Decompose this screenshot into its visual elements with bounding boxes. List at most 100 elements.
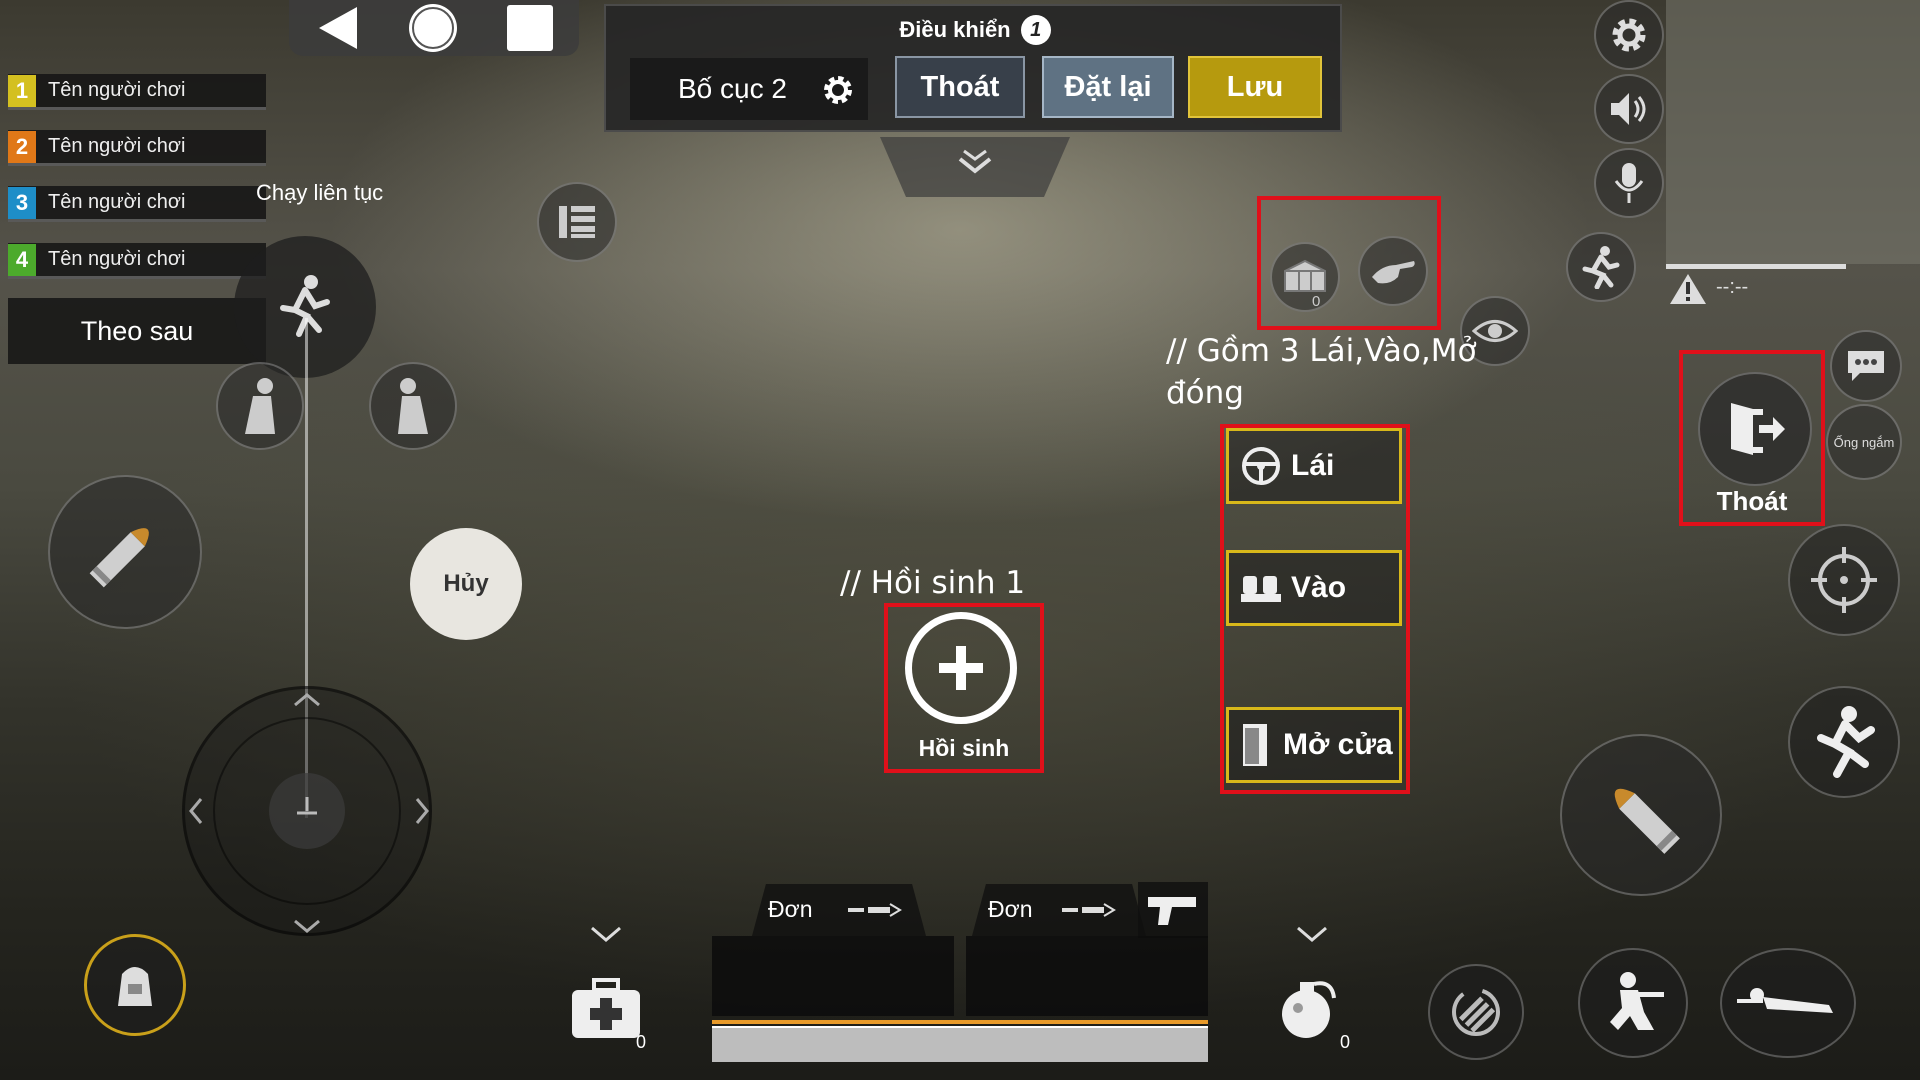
- revive-label: Hồi sinh: [918, 735, 1010, 761]
- team-player-row: 3 Tên người chơi: [8, 186, 266, 222]
- crosshair-icon: [1811, 547, 1877, 613]
- save-button[interactable]: Lưu: [1188, 56, 1322, 118]
- reload-icon: [1452, 988, 1500, 1036]
- layout-gear-icon[interactable]: [820, 72, 856, 108]
- movement-joystick[interactable]: [182, 686, 432, 936]
- drive-label: Lái: [1291, 449, 1335, 482]
- drive-button[interactable]: Lái: [1226, 428, 1402, 504]
- weapon-1-mode: Đơn: [768, 896, 813, 922]
- medkit-collapse-icon[interactable]: [588, 924, 624, 944]
- medkit-count: 0: [636, 1032, 647, 1052]
- lean-right-icon: [398, 378, 428, 434]
- grenade-collapse-icon[interactable]: [1294, 924, 1330, 944]
- save-label: Lưu: [1226, 70, 1284, 103]
- layout-label: Bố cục 2: [678, 73, 787, 104]
- panel-title: Điều khiển: [899, 17, 1011, 42]
- pickup-count: 0: [1312, 293, 1321, 310]
- exit-layout-label: Thoát: [920, 70, 1000, 103]
- reload-button[interactable]: [1428, 964, 1524, 1060]
- eye-icon: [1472, 320, 1518, 342]
- enter-vehicle-button[interactable]: Vào: [1226, 550, 1402, 626]
- pistol-slot[interactable]: [1138, 882, 1208, 938]
- scope-button[interactable]: Ống ngắm: [1826, 404, 1902, 480]
- exit-layout-button[interactable]: Thoát: [895, 56, 1025, 118]
- cancel-label: Hủy: [443, 570, 489, 597]
- weapon-slot-2[interactable]: [966, 936, 1208, 1016]
- grenade-count: 0: [1340, 1032, 1351, 1052]
- aim-button[interactable]: [1788, 524, 1900, 636]
- warning-icon: [1668, 272, 1708, 306]
- team-player-row: 4 Tên người chơi: [8, 243, 266, 279]
- medkit-icon: [572, 978, 640, 1038]
- bullet-icon: [89, 528, 149, 588]
- prone-icon: [1737, 988, 1833, 1013]
- lean-left-icon: [245, 378, 275, 434]
- team-player-row: 2 Tên người chơi: [8, 130, 266, 166]
- player-name: Tên người chơi: [48, 191, 186, 213]
- interact-hand-button[interactable]: [1358, 236, 1428, 306]
- pistol-icon: [1148, 897, 1196, 925]
- door-icon: [1243, 724, 1267, 766]
- player-number-badge: 4: [8, 243, 36, 276]
- bullet-icon: [1614, 788, 1680, 854]
- weapon-2-mode: Đơn: [988, 896, 1033, 922]
- health-bar-accent: [712, 1020, 1208, 1024]
- settings-button[interactable]: [1594, 0, 1664, 70]
- recents-icon[interactable]: [507, 5, 553, 51]
- backpack-button[interactable]: [84, 934, 186, 1036]
- team-player-row: 1 Tên người chơi: [8, 74, 266, 110]
- runner-icon: [1582, 246, 1620, 289]
- pickup-crate-button[interactable]: [1270, 242, 1340, 312]
- seat-icon: [1241, 576, 1281, 602]
- layout-selector[interactable]: Bố cục 2: [630, 58, 868, 120]
- backpack-icon: [118, 967, 152, 1006]
- home-icon[interactable]: [406, 3, 460, 53]
- grenade-icon: [1282, 981, 1336, 1038]
- hand-icon: [1372, 261, 1415, 284]
- minimap[interactable]: [1666, 0, 1920, 264]
- sound-button[interactable]: [1594, 74, 1664, 144]
- exit-door-icon: [1731, 403, 1785, 455]
- crouch-button[interactable]: [1578, 948, 1688, 1058]
- panel-collapse-tab[interactable]: [880, 137, 1070, 199]
- open-door-label: Mở cửa: [1283, 728, 1393, 761]
- lean-right-button[interactable]: [369, 362, 457, 450]
- lean-left-button[interactable]: [216, 362, 304, 450]
- revive-button[interactable]: [905, 612, 1017, 724]
- chat-icon: [1848, 351, 1884, 381]
- microphone-icon: [1614, 163, 1644, 203]
- chat-button[interactable]: [1830, 330, 1902, 402]
- open-door-button[interactable]: Mở cửa: [1226, 707, 1402, 783]
- player-name: Tên người chơi: [48, 248, 186, 270]
- vehicle-note-line2: đóng: [1166, 375, 1244, 411]
- weapon-slot-1[interactable]: [712, 936, 954, 1016]
- steering-wheel-icon: [1242, 447, 1280, 485]
- exit-vehicle-button[interactable]: [1698, 372, 1812, 486]
- peek-toggle-button[interactable]: [537, 182, 617, 262]
- reset-button[interactable]: Đặt lại: [1042, 56, 1174, 118]
- speaker-icon: [1611, 93, 1646, 125]
- plus-icon: [939, 646, 983, 690]
- revive-note: // Hồi sinh 1: [840, 565, 1026, 601]
- left-fire-button[interactable]: [48, 475, 202, 629]
- vehicle-note-line1: // Gồm 3 Lái,Vào,Mở: [1166, 333, 1477, 369]
- panel-title-row: Điều khiển 1: [606, 10, 1344, 50]
- jump-icon: [1817, 706, 1875, 778]
- back-icon[interactable]: [313, 5, 363, 51]
- scope-label: Ống ngắm: [1833, 434, 1895, 450]
- follow-button[interactable]: Theo sau: [8, 298, 266, 364]
- medkit-button[interactable]: [570, 978, 642, 1040]
- jump-button[interactable]: [1788, 686, 1900, 798]
- grenade-button[interactable]: [1276, 970, 1346, 1044]
- prone-button[interactable]: [1720, 948, 1856, 1058]
- enter-vehicle-label: Vào: [1291, 571, 1347, 604]
- system-nav-bar: [289, 0, 579, 56]
- minimap-health-bar: [1666, 264, 1846, 269]
- info-badge[interactable]: 1: [1020, 15, 1051, 45]
- mic-button[interactable]: [1594, 148, 1664, 218]
- cancel-button[interactable]: Hủy: [410, 528, 522, 640]
- follow-label: Theo sau: [80, 315, 194, 346]
- gear-icon: [1612, 18, 1646, 52]
- auto-run-button[interactable]: [1566, 232, 1636, 302]
- right-fire-button[interactable]: [1560, 734, 1722, 896]
